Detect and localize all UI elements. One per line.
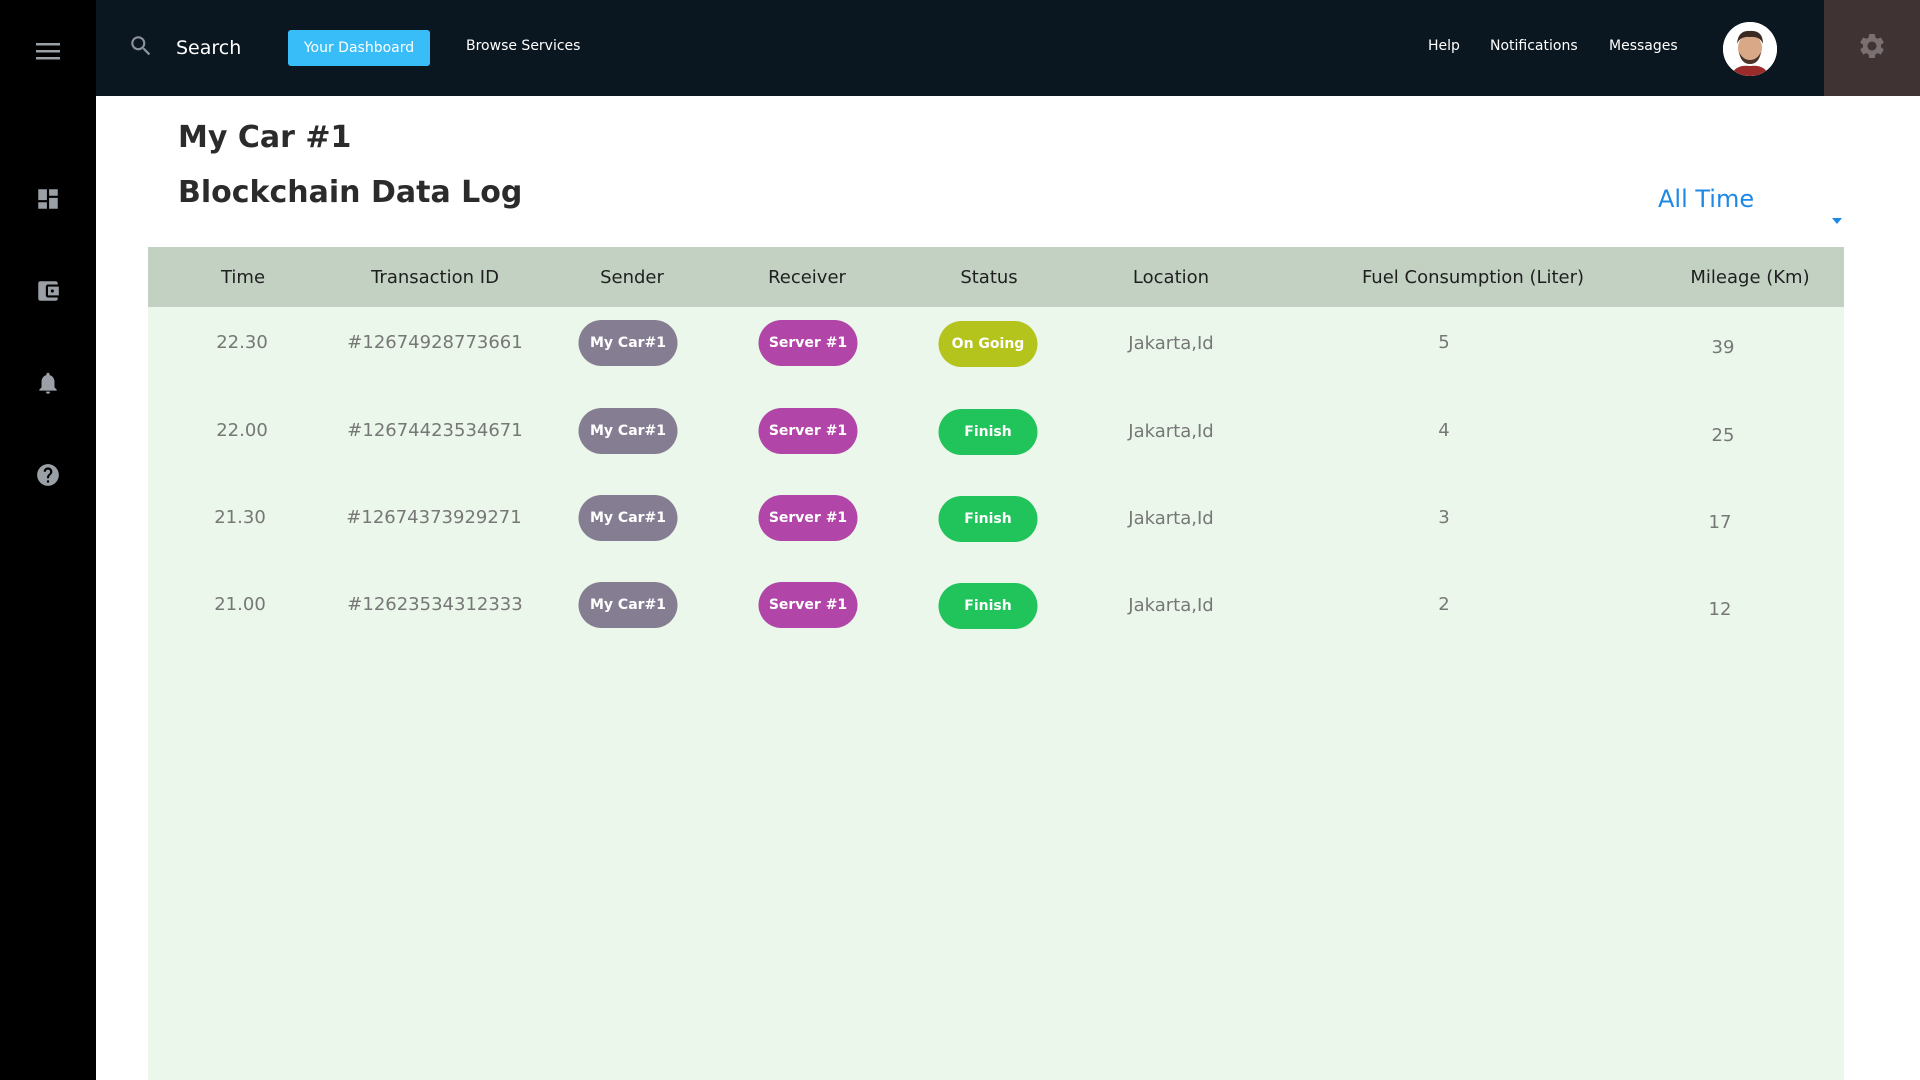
search-label[interactable]: Search	[176, 37, 241, 59]
cell-mileage: 12	[1708, 599, 1732, 620]
cell-time: 21.00	[214, 594, 266, 615]
receiver-badge[interactable]: Server #1	[758, 495, 858, 541]
your-dashboard-button[interactable]: Your Dashboard	[288, 30, 430, 66]
cell-transaction-id: #12623534312333	[347, 594, 523, 615]
status-badge[interactable]: Finish	[938, 583, 1038, 629]
search-icon[interactable]	[128, 33, 154, 63]
column-header-location: Location	[1132, 267, 1210, 288]
sender-badge[interactable]: My Car#1	[578, 582, 678, 628]
column-header-transaction-id: Transaction ID	[371, 267, 499, 288]
column-header-sender: Sender	[600, 267, 664, 288]
search-bar[interactable]: Search	[128, 32, 241, 64]
sender-badge[interactable]: My Car#1	[578, 408, 678, 454]
column-header-fuel-consumption: Fuel Consumption (Liter)	[1361, 267, 1585, 288]
status-badge[interactable]: On Going	[938, 321, 1038, 367]
cell-fuel: 2	[1438, 594, 1450, 615]
page-title: My Car #1	[178, 120, 352, 155]
cell-transaction-id: #12674423534671	[347, 420, 523, 441]
column-header-status: Status	[960, 267, 1018, 288]
receiver-badge[interactable]: Server #1	[758, 408, 858, 454]
receiver-badge[interactable]: Server #1	[758, 320, 858, 366]
wallet-icon[interactable]	[33, 276, 63, 306]
dashboard-icon[interactable]	[33, 184, 63, 214]
cell-transaction-id: #12674373929271	[346, 507, 522, 528]
cell-time: 22.00	[216, 420, 268, 441]
sidebar	[0, 0, 96, 1080]
cell-location: Jakarta,Id	[1128, 421, 1214, 442]
column-header-mileage: Mileage (Km)	[1690, 267, 1810, 288]
cell-location: Jakarta,Id	[1128, 508, 1214, 529]
help-link[interactable]: Help	[1428, 38, 1460, 54]
browse-services-link[interactable]: Browse Services	[466, 38, 580, 54]
blockchain-log-table: Time Transaction ID Sender Receiver Stat…	[148, 247, 1844, 1080]
cell-location: Jakarta,Id	[1128, 595, 1214, 616]
time-filter-dropdown[interactable]: All Time	[1658, 185, 1754, 213]
cell-time: 21.30	[214, 507, 266, 528]
table-header: Time Transaction ID Sender Receiver Stat…	[148, 247, 1844, 307]
column-header-receiver: Receiver	[768, 267, 846, 288]
cell-mileage: 39	[1711, 337, 1735, 358]
status-badge[interactable]: Finish	[938, 409, 1038, 455]
cell-mileage: 25	[1711, 425, 1735, 446]
menu-icon[interactable]	[33, 36, 63, 66]
cell-fuel: 3	[1438, 507, 1450, 528]
messages-link[interactable]: Messages	[1609, 38, 1678, 54]
cell-transaction-id: #12674928773661	[347, 332, 523, 353]
section-title: Blockchain Data Log	[178, 175, 523, 210]
cell-mileage: 17	[1708, 512, 1732, 533]
column-header-time: Time	[220, 267, 266, 288]
notifications-link[interactable]: Notifications	[1490, 38, 1578, 54]
chevron-down-icon[interactable]	[1832, 218, 1842, 224]
cell-time: 22.30	[216, 332, 268, 353]
top-navigation-bar: Search Your Dashboard Browse Services He…	[96, 0, 1824, 96]
receiver-badge[interactable]: Server #1	[758, 582, 858, 628]
cell-fuel: 5	[1438, 332, 1450, 353]
status-badge[interactable]: Finish	[938, 496, 1038, 542]
cell-location: Jakarta,Id	[1128, 333, 1214, 354]
cell-fuel: 4	[1438, 420, 1450, 441]
sender-badge[interactable]: My Car#1	[578, 320, 678, 366]
avatar[interactable]	[1723, 22, 1777, 76]
gear-icon[interactable]	[1857, 31, 1887, 65]
sender-badge[interactable]: My Car#1	[578, 495, 678, 541]
bell-icon[interactable]	[33, 368, 63, 398]
settings-button[interactable]	[1824, 0, 1920, 96]
help-icon[interactable]	[33, 460, 63, 490]
